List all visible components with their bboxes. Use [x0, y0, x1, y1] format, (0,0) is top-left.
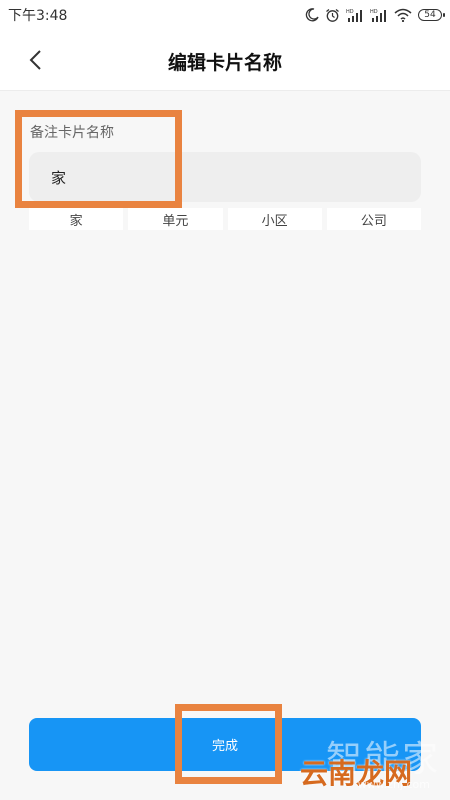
card-name-field[interactable]	[29, 152, 421, 202]
name-suggestions: 家 单元 小区 公司	[29, 208, 421, 230]
watermark-url: www.znj.com	[357, 778, 430, 791]
card-name-input[interactable]	[29, 152, 421, 202]
status-time: 下午3:48	[8, 8, 68, 24]
battery-level: 54	[424, 10, 436, 20]
status-icons: HD HD 54	[305, 4, 445, 26]
suggestion-chip-community[interactable]: 小区	[227, 208, 322, 230]
top-area: 下午3:48 HD HD 54 编辑卡片名称	[0, 0, 450, 91]
suggestion-chip-company[interactable]: 公司	[326, 208, 421, 230]
moon-icon	[305, 8, 319, 22]
svg-text:HD: HD	[370, 9, 378, 15]
page-title: 编辑卡片名称	[167, 52, 282, 74]
signal-hd-icon: HD	[370, 9, 386, 22]
wifi-icon	[394, 8, 412, 22]
status-bar: 下午3:48 HD HD 54	[0, 0, 450, 30]
svg-text:HD: HD	[346, 9, 354, 15]
battery-icon: 54	[418, 9, 445, 21]
card-name-label: 备注卡片名称	[30, 125, 114, 141]
suggestion-chip-home[interactable]: 家	[29, 208, 124, 230]
alarm-icon	[326, 8, 339, 22]
signal-hd-icon: HD	[346, 9, 362, 22]
suggestion-chip-unit[interactable]: 单元	[128, 208, 223, 230]
done-button-label: 完成	[211, 739, 238, 754]
header: 编辑卡片名称	[0, 30, 450, 90]
